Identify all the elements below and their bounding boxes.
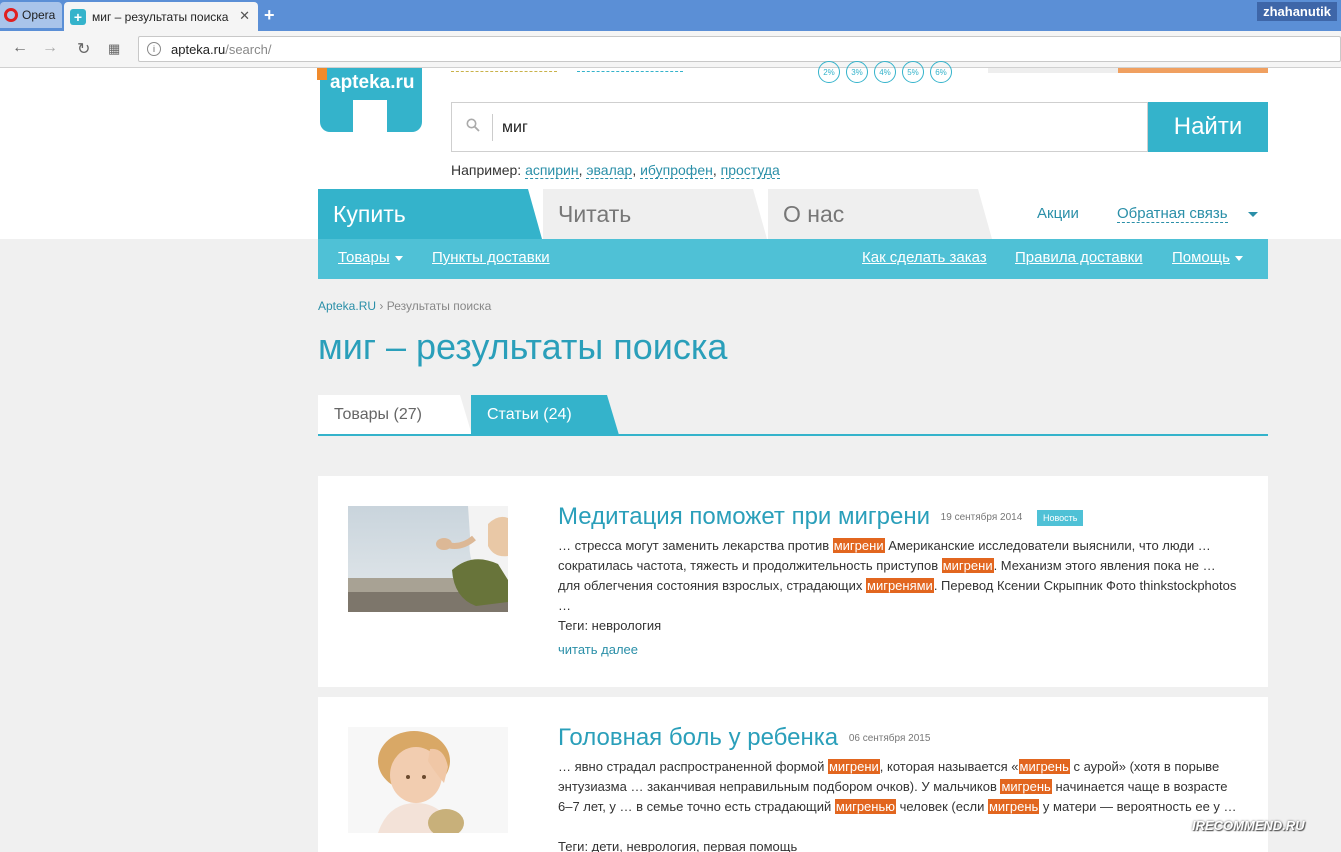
- search-input[interactable]: [502, 116, 1102, 140]
- article-card: Медитация поможет при мигрени 19 сентябр…: [318, 476, 1268, 687]
- irecommend-watermark: IRECOMMEND.RU: [1192, 818, 1305, 833]
- search-button[interactable]: Найти: [1148, 102, 1268, 152]
- new-tab-button[interactable]: +: [264, 5, 275, 26]
- search-examples: Например: аспирин, эвалар, ибупрофен, пр…: [451, 162, 780, 179]
- article-excerpt: … стресса могут заменить лекарства проти…: [558, 536, 1238, 616]
- speed-dial-icon[interactable]: ▦: [108, 41, 120, 57]
- tab-read[interactable]: Читать: [543, 189, 767, 239]
- discount-badge: 3%: [846, 61, 868, 83]
- chevron-down-icon: [1234, 255, 1243, 261]
- tab-buy[interactable]: Купить: [318, 189, 542, 239]
- article-card: Головная боль у ребенка 06 сентября 2015…: [318, 697, 1268, 852]
- excerpt-text: у матери — вероятность ее у …: [1039, 799, 1237, 814]
- excerpt-text: … стресса могут заменить лекарства проти…: [558, 538, 833, 553]
- forward-arrow-icon[interactable]: →: [42, 39, 58, 57]
- breadcrumb: Apteka.RU › Результаты поиска: [318, 299, 491, 313]
- article-date: 06 сентября 2015: [848, 733, 931, 745]
- search-highlight: мигрень: [987, 799, 1040, 814]
- excerpt-text: , которая называется «: [879, 759, 1019, 774]
- breadcrumb-current: Результаты поиска: [386, 299, 492, 313]
- tab-about[interactable]: О нас: [768, 189, 992, 239]
- tab-underline: [318, 434, 1268, 436]
- article-tags[interactable]: Теги: дети, неврология, первая помощь: [558, 839, 797, 852]
- article-image-child[interactable]: [348, 727, 508, 833]
- article-tags[interactable]: Теги: неврология: [558, 618, 661, 633]
- sub-navigation: Товары Пункты доставки Как сделать заказ…: [318, 239, 1268, 279]
- subnav-delivery-rules[interactable]: Правила доставки: [1015, 249, 1143, 266]
- user-badge: zhahanutik: [1257, 2, 1337, 21]
- tab-title: миг – результаты поиска: [92, 9, 229, 24]
- chevron-down-icon: [394, 255, 403, 261]
- excerpt-text: … явно страдал распространенной формой: [558, 759, 828, 774]
- search-highlight: мигрени: [941, 558, 994, 573]
- search-highlight: мигрень: [1018, 759, 1070, 774]
- discount-badge: 4%: [874, 61, 896, 83]
- tab-articles[interactable]: Статьи (24): [471, 395, 619, 435]
- article-date: 19 сентября 2014: [940, 512, 1023, 524]
- discount-badge: 2%: [818, 61, 840, 83]
- favicon-icon: +: [70, 8, 86, 25]
- article-title[interactable]: Медитация поможет при мигрени 19 сентябр…: [558, 503, 1084, 531]
- read-more-link[interactable]: читать далее: [558, 642, 638, 657]
- article-title[interactable]: Головная боль у ребенка 06 сентября 2015: [558, 724, 930, 752]
- url-host: apteka.ru: [171, 41, 226, 57]
- news-badge: Новость: [1036, 509, 1084, 526]
- logo-text: apteka.ru: [330, 72, 415, 93]
- opera-menu-button[interactable]: Opera: [0, 2, 62, 28]
- search-highlight: мигрени: [832, 538, 885, 553]
- address-toolbar: ← → ↻ ▦ i apteka.ru/search/: [0, 31, 1341, 68]
- subnav-help[interactable]: Помощь: [1172, 249, 1243, 266]
- subnav-help-label: Помощь: [1172, 249, 1230, 266]
- site-info-icon[interactable]: i: [147, 42, 161, 56]
- subnav-how-to-order[interactable]: Как сделать заказ: [862, 249, 987, 266]
- promo-link[interactable]: Акции: [1037, 205, 1079, 222]
- search-highlight: мигрень: [1000, 779, 1052, 794]
- tab-close-icon[interactable]: ✕: [239, 8, 250, 24]
- feedback-link[interactable]: Обратная связь: [1117, 205, 1228, 223]
- example-link[interactable]: аспирин: [525, 162, 579, 179]
- article-image-meditation[interactable]: [348, 506, 508, 612]
- back-arrow-icon[interactable]: ←: [12, 39, 28, 57]
- header-dashed-link[interactable]: [577, 71, 683, 72]
- subnav-goods-label: Товары: [338, 249, 390, 266]
- subnav-goods[interactable]: Товары: [338, 249, 403, 266]
- tab-goods[interactable]: Товары (27): [318, 395, 472, 435]
- header-dashed-link[interactable]: [451, 71, 557, 72]
- site-logo[interactable]: apteka.ru: [317, 68, 422, 132]
- browser-tab-bar: Opera + миг – результаты поиска ✕ + zhah…: [0, 0, 1341, 31]
- discount-badge: 5%: [902, 61, 924, 83]
- opera-logo-icon: [4, 8, 18, 22]
- logo-ribbon: [317, 68, 327, 80]
- page-title: миг – результаты поиска: [318, 326, 728, 367]
- header-cart-strip[interactable]: [1118, 68, 1268, 73]
- article-title-text: Головная боль у ребенка: [558, 724, 839, 751]
- examples-prefix: Например:: [451, 162, 522, 178]
- reload-icon[interactable]: ↻: [77, 39, 90, 59]
- article-title-text: Медитация поможет при мигрени: [558, 503, 930, 530]
- discount-badges: 2% 3% 4% 5% 6%: [818, 61, 952, 83]
- search-separator: [492, 114, 493, 141]
- example-link[interactable]: простуда: [720, 162, 780, 179]
- opera-tab-label: Opera: [22, 8, 56, 22]
- discount-badge: 6%: [930, 61, 952, 83]
- search-box: [451, 102, 1148, 152]
- breadcrumb-home[interactable]: Apteka.RU: [318, 299, 376, 313]
- url-path: /search/: [225, 41, 272, 57]
- example-link[interactable]: ибупрофен: [640, 162, 713, 179]
- browser-tab-active[interactable]: + миг – результаты поиска ✕: [64, 2, 258, 31]
- article-excerpt: … явно страдал распространенной формой м…: [558, 757, 1238, 817]
- search-icon: [466, 118, 480, 132]
- example-link[interactable]: эвалар: [586, 162, 633, 179]
- subnav-pickup[interactable]: Пункты доставки: [432, 249, 550, 266]
- search-highlight: мигренями: [866, 578, 934, 593]
- logo-cross-icon: [353, 100, 387, 132]
- address-field[interactable]: i apteka.ru/search/: [138, 36, 1341, 62]
- search-highlight: мигрени: [827, 759, 880, 774]
- excerpt-text: человек (если: [895, 799, 988, 814]
- chevron-down-icon[interactable]: [1248, 212, 1258, 217]
- search-highlight: мигренью: [834, 799, 896, 814]
- header-strip: [988, 68, 1118, 73]
- breadcrumb-separator: ›: [379, 299, 384, 313]
